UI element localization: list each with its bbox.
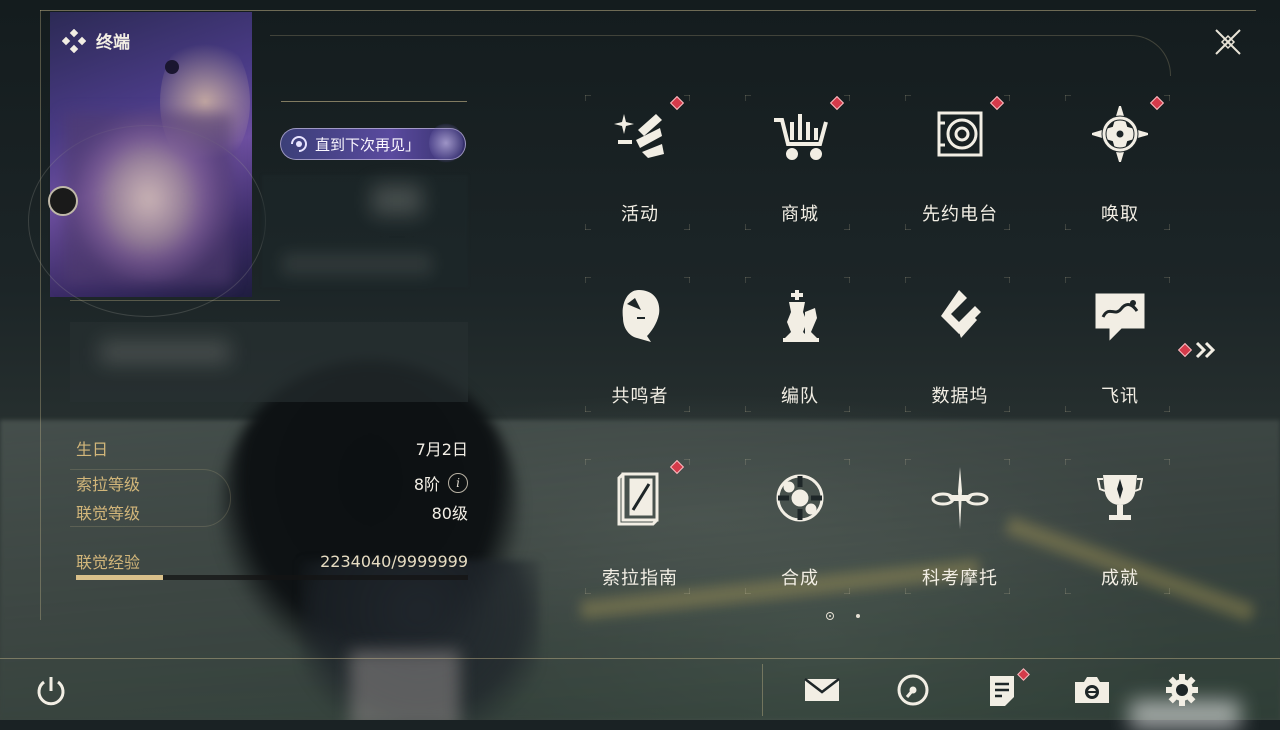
menu-item-achievements[interactable]: 成就 [1060,454,1180,594]
frame-curve [270,35,1171,76]
menu-item-messages[interactable]: 飞讯 [1060,272,1180,412]
motorcycle-icon [926,464,994,532]
menu-item-label: 编队 [781,386,819,407]
frame-top-line [40,10,1256,11]
menu-item-team[interactable]: 编队 [740,272,860,412]
page-indicator [826,612,860,620]
settings-button[interactable] [1162,670,1202,710]
notice-icon [990,676,1014,706]
close-button[interactable] [1210,24,1246,60]
team-chess-icon [766,282,834,350]
menu-item-label: 合成 [781,568,819,589]
menu-grid: 活动 商城 先约电台 唤取 共鸣者 编队 数据坞 飞讯 索拉指南 合成 科考摩托… [580,90,1180,600]
chevron-double-right-icon [1195,341,1216,359]
settings-gear-icon [1166,674,1198,706]
camera-icon [1075,677,1109,703]
page-dot-active[interactable] [826,612,834,620]
stat-label: 索拉等级 [76,475,141,494]
databank-icon [926,282,994,350]
mail-button[interactable] [802,670,842,710]
menu-item-shop[interactable]: 商城 [740,90,860,230]
menu-item-label: 科考摩托 [922,568,998,589]
close-icon [1215,29,1241,55]
stat-union-exp: 联觉经验 2234040/9999999 [76,549,468,573]
menu-item-guide[interactable]: 索拉指南 [580,454,700,594]
menu-item-label: 共鸣者 [611,386,669,407]
shop-cart-icon [766,100,834,168]
stat-sola-level: 索拉等级 8阶 i [76,471,468,495]
stat-value: 8阶 [413,475,440,494]
menu-item-databank[interactable]: 数据坞 [900,272,1020,412]
avatar[interactable] [64,113,232,285]
stat-value: 2234040/9999999 [320,551,468,571]
menu-item-resonators[interactable]: 共鸣者 [580,272,700,412]
bottom-divider [0,658,1280,659]
menu-item-radio[interactable]: 先约电台 [900,90,1020,230]
stat-label: 联觉等级 [76,504,141,523]
exp-progress-bar [76,575,468,580]
stat-value: 80级 [431,504,468,523]
notification-badge [1177,342,1193,358]
divider [281,101,467,102]
guide-book-icon [606,464,674,532]
power-button[interactable] [34,674,68,708]
stat-label: 联觉经验 [76,553,141,572]
page-dot[interactable] [856,614,860,618]
menu-item-label: 先约电台 [922,204,998,225]
avatar-badge [48,186,78,216]
page-title-text: 终端 [96,33,130,53]
menu-item-events[interactable]: 活动 [580,90,700,230]
signature-swirl-icon [291,136,307,152]
menu-item-label: 数据坞 [931,386,989,407]
menu-item-convene[interactable]: 唤取 [1060,90,1180,230]
info-icon[interactable]: i [448,473,468,493]
profile-bio-blurred [70,322,468,402]
resonator-head-icon [606,282,674,350]
menu-item-synthesis[interactable]: 合成 [740,454,860,594]
menu-item-label: 唤取 [1101,204,1139,225]
stat-union-level: 联觉等级 80级 [76,500,468,524]
exp-progress-fill [76,575,164,580]
message-chat-icon [1086,282,1154,350]
page-title: 终端 [62,28,130,53]
menu-item-label: 商城 [781,204,819,225]
signature-text: 直到下次再见」 [315,135,421,154]
bottom-separator [762,664,763,716]
frame-left-line [40,10,41,620]
synthesis-icon [766,464,834,532]
achievement-trophy-icon [1086,464,1154,532]
power-icon [37,677,65,706]
notice-button[interactable] [982,668,1030,710]
stat-birthday: 生日 7月2日 [76,436,468,460]
stat-label: 生日 [76,440,109,459]
menu-item-label: 索拉指南 [602,568,678,589]
clock-icon [897,674,929,706]
divider [70,300,280,301]
menu-item-motorcycle[interactable]: 科考摩托 [900,454,1020,594]
mail-icon [804,678,840,701]
clock-button[interactable] [893,670,933,710]
menu-item-label: 活动 [621,204,659,225]
event-sparkle-icon [606,100,674,168]
terminal-diamond-icon [62,28,86,53]
signature-tag[interactable]: 直到下次再见」 [280,123,466,163]
stat-value: 7月2日 [415,440,468,459]
camera-button[interactable] [1072,670,1112,710]
menu-item-label: 飞讯 [1101,386,1139,407]
next-page-button[interactable] [1177,340,1218,360]
radio-icon [926,100,994,168]
menu-item-label: 成就 [1101,568,1139,589]
convene-star-icon [1086,100,1154,168]
profile-name-blurred [262,175,468,287]
